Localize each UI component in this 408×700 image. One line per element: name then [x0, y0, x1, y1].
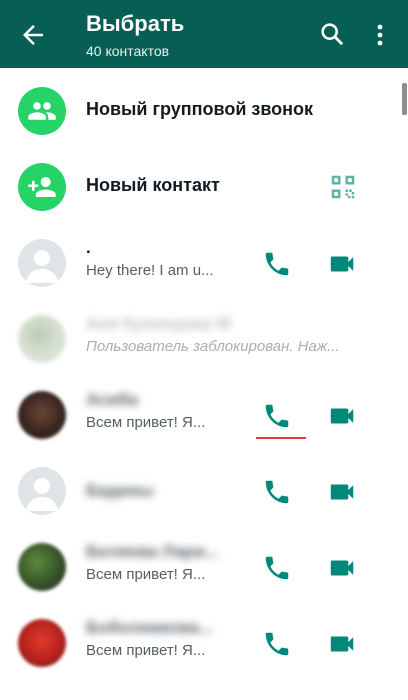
contact-row[interactable]: Беляева Лари... Всем привет! Я...: [0, 532, 408, 608]
default-avatar-icon: [18, 239, 66, 287]
contact-name: Боболникова...: [86, 618, 214, 637]
video-call-icon[interactable]: [326, 249, 358, 279]
highlight-underline: [256, 437, 306, 439]
app-bar: Выбрать 40 контактов: [0, 0, 408, 68]
new-contact-row[interactable]: Новый контакт: [0, 152, 408, 228]
qr-code-icon[interactable]: [328, 172, 358, 202]
contacts-count: 40 контактов: [86, 43, 170, 59]
contact-name: .: [86, 238, 91, 257]
contact-status: Всем привет! Я...: [86, 566, 206, 583]
video-call-icon[interactable]: [326, 401, 358, 431]
contact-row[interactable]: Асиба Всем привет! Я...: [0, 380, 408, 456]
search-icon[interactable]: [318, 20, 346, 48]
contact-row[interactable]: Аня Кузнецова М Пользователь заблокирова…: [0, 304, 408, 380]
contact-name: Асиба: [86, 390, 138, 409]
group-icon: [18, 87, 66, 135]
default-avatar-icon: [18, 467, 66, 515]
contact-row[interactable]: Бадины: [0, 456, 408, 532]
more-options-icon[interactable]: [370, 22, 390, 48]
contact-status: Пользователь заблокирован. Наж...: [86, 338, 340, 355]
voice-call-icon[interactable]: [262, 477, 292, 507]
back-arrow-icon[interactable]: [18, 20, 48, 50]
contact-status: Hey there! I am u...: [86, 262, 214, 279]
contact-avatar: [18, 619, 66, 667]
new-group-call-label: Новый групповой звонок: [86, 99, 314, 119]
contact-status: Всем привет! Я...: [86, 414, 206, 431]
contact-row[interactable]: Боболникова... Всем привет! Я...: [0, 608, 408, 684]
page-title: Выбрать: [86, 11, 185, 36]
voice-call-icon[interactable]: [262, 249, 292, 279]
contact-avatar: [18, 315, 66, 363]
contact-name: Беляева Лари...: [86, 542, 220, 561]
contact-name: Бадины: [86, 481, 154, 500]
contact-status: Всем привет! Я...: [86, 642, 206, 659]
video-call-icon[interactable]: [326, 553, 358, 583]
contact-avatar: [18, 391, 66, 439]
contact-avatar: [18, 543, 66, 591]
contact-row[interactable]: . Hey there! I am u...: [0, 228, 408, 304]
add-person-icon: [18, 163, 66, 211]
new-contact-label: Новый контакт: [86, 175, 220, 195]
contact-name: Аня Кузнецова М: [86, 314, 231, 333]
voice-call-icon[interactable]: [262, 629, 292, 659]
voice-call-icon[interactable]: [262, 553, 292, 583]
voice-call-icon[interactable]: [262, 401, 292, 431]
video-call-icon[interactable]: [326, 629, 358, 659]
video-call-icon[interactable]: [326, 477, 358, 507]
new-group-call-row[interactable]: Новый групповой звонок: [0, 76, 408, 152]
